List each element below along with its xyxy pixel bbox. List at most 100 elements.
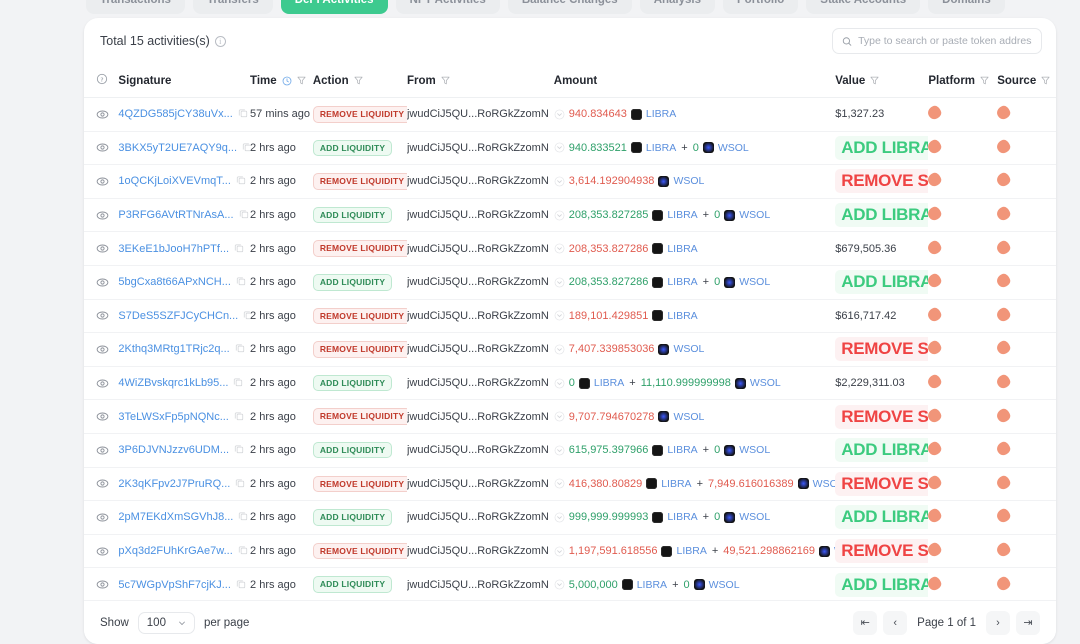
expand-chevron-icon[interactable]	[554, 478, 565, 489]
eye-icon[interactable]	[96, 108, 109, 121]
table-row[interactable]: P3RFG6AVtRTNrAsA... 2 hrs ago ADD LIQUIDIT…	[84, 198, 1056, 233]
copy-icon[interactable]	[234, 444, 244, 454]
platform-icon[interactable]	[928, 306, 944, 323]
table-row[interactable]: 4WiZBvskqrc1kLb95... 2 hrs ago ADD LIQUIDI…	[84, 366, 1056, 401]
platform-cell[interactable]	[928, 231, 998, 266]
token-symbol[interactable]: LIBRA	[667, 209, 697, 221]
table-row[interactable]: 2pM7EKdXmSGVhJ8... 2 hrs ago ADD LIQUIDITY…	[84, 500, 1056, 535]
source-icon[interactable]	[997, 238, 1012, 256]
search-input[interactable]	[858, 35, 1032, 47]
table-row[interactable]: 5bgCxa8t66APxNCH... 2 hrs ago ADD LIQUIDIT…	[84, 265, 1056, 300]
page-tabs[interactable]: Transactions Transfers DeFi Activities NFT …	[86, 0, 1005, 14]
token-symbol[interactable]: LIBRA	[667, 276, 697, 288]
source-icon[interactable]	[997, 507, 1012, 525]
expand-chevron-icon[interactable]	[554, 579, 565, 590]
source-cell[interactable]	[997, 332, 1056, 367]
filter-icon[interactable]	[980, 76, 989, 85]
from-cell[interactable]: jwudCiJ5QU...RoRGkZzomN	[406, 366, 554, 401]
row-visibility-cell[interactable]	[84, 231, 119, 266]
expand-chevron-icon[interactable]	[554, 378, 565, 389]
source-cell[interactable]	[997, 567, 1056, 602]
signature-cell[interactable]: 3BKX5yT2UE7AQY9q...	[118, 131, 251, 166]
signature-cell[interactable]: 2K3qKFpv2J7PruRQ...	[118, 467, 251, 502]
expand-chevron-icon[interactable]	[554, 310, 565, 321]
signature-cell[interactable]: 2pM7EKdXmSGVhJ8...	[118, 500, 251, 535]
token-symbol[interactable]: WSOL	[750, 377, 781, 389]
source-cell[interactable]	[997, 231, 1056, 266]
tab-stake-accounts[interactable]: Stake Accounts	[806, 0, 921, 14]
eye-icon[interactable]	[96, 309, 109, 322]
table-row[interactable]: 5c7WGpVpShF7cjKJ... 2 hrs ago ADD LIQUIDIT…	[84, 567, 1056, 602]
col-platform[interactable]: Platform	[928, 64, 998, 98]
platform-cell[interactable]	[928, 198, 998, 233]
expand-chevron-icon[interactable]	[554, 210, 565, 221]
row-visibility-cell[interactable]	[84, 500, 119, 535]
platform-icon[interactable]	[928, 205, 944, 222]
copy-icon[interactable]	[239, 209, 249, 219]
source-icon[interactable]	[997, 272, 1012, 289]
platform-icon[interactable]	[928, 440, 944, 457]
expand-chevron-icon[interactable]	[554, 546, 565, 557]
signature-cell[interactable]: 3P6DJVNJzzv6UDM...	[118, 433, 251, 468]
row-visibility-cell[interactable]	[84, 366, 119, 401]
platform-icon[interactable]	[928, 406, 944, 424]
eye-icon[interactable]	[96, 545, 109, 558]
token-symbol[interactable]: LIBRA	[667, 511, 697, 523]
table-row[interactable]: 1oQCKjLoiXVEVmqT... 2 hrs ago REMOVE LIQUI…	[84, 164, 1056, 199]
signature-cell[interactable]: 5c7WGpVpShF7cjKJ...	[118, 567, 251, 602]
col-source[interactable]: Source	[997, 64, 1056, 98]
help-circle-icon[interactable]: ?	[96, 73, 108, 85]
source-icon[interactable]	[997, 541, 1012, 558]
expand-chevron-icon[interactable]	[554, 411, 565, 422]
source-cell[interactable]	[997, 131, 1056, 166]
table-row[interactable]: S7DeS5SZFJCyCHCn... 2 hrs ago REMOVE LIQUI…	[84, 299, 1056, 334]
source-icon[interactable]	[997, 373, 1012, 390]
token-symbol[interactable]: LIBRA	[637, 579, 667, 591]
source-icon[interactable]	[997, 171, 1012, 189]
platform-cell[interactable]	[928, 332, 998, 367]
signature-link[interactable]: 3TeLWSxFp5pNQNc...	[118, 411, 228, 423]
next-page-button[interactable]: ›	[986, 610, 1010, 635]
token-symbol[interactable]: LIBRA	[667, 310, 697, 322]
signature-cell[interactable]: 3EKeE1bJooH7hPTf...	[118, 231, 251, 266]
from-cell[interactable]: jwudCiJ5QU...RoRGkZzomN	[406, 467, 554, 502]
row-visibility-cell[interactable]	[84, 131, 119, 166]
from-cell[interactable]: jwudCiJ5QU...RoRGkZzomN	[406, 433, 554, 468]
expand-chevron-icon[interactable]	[554, 512, 565, 523]
source-icon[interactable]	[997, 306, 1012, 323]
token-symbol[interactable]: WSOL	[813, 478, 836, 490]
token-symbol[interactable]: WSOL	[718, 142, 749, 154]
copy-icon[interactable]	[238, 108, 248, 118]
row-visibility-cell[interactable]	[84, 433, 119, 468]
tab-defi-activities[interactable]: DeFi Activities	[280, 0, 388, 14]
row-visibility-cell[interactable]	[84, 164, 119, 199]
platform-icon[interactable]	[928, 339, 944, 357]
expand-chevron-icon[interactable]	[554, 142, 565, 153]
copy-icon[interactable]	[238, 511, 248, 521]
source-icon[interactable]	[997, 205, 1012, 222]
signature-cell[interactable]: pXq3d2FUhKrGAe7w...	[118, 534, 251, 569]
signature-cell[interactable]: 3TeLWSxFp5pNQNc...	[118, 399, 251, 434]
signature-link[interactable]: 3P6DJVNJzzv6UDM...	[118, 444, 229, 456]
search-box[interactable]	[832, 28, 1042, 54]
eye-icon[interactable]	[96, 276, 109, 289]
eye-icon[interactable]	[96, 209, 109, 222]
col-signature[interactable]: Signature	[118, 64, 251, 98]
row-visibility-cell[interactable]	[84, 198, 119, 233]
platform-cell[interactable]	[928, 500, 998, 535]
source-icon[interactable]	[997, 406, 1012, 424]
from-cell[interactable]: jwudCiJ5QU...RoRGkZzomN	[406, 299, 554, 334]
tab-portfolio[interactable]: Portfolio	[723, 0, 799, 14]
eye-icon[interactable]	[96, 410, 109, 423]
clock-icon[interactable]	[282, 76, 292, 86]
tab-nft-activities[interactable]: NFT Activities	[395, 0, 500, 14]
eye-icon[interactable]	[96, 242, 109, 255]
platform-cell[interactable]	[928, 534, 998, 569]
from-cell[interactable]: jwudCiJ5QU...RoRGkZzomN	[406, 97, 554, 132]
copy-icon[interactable]	[238, 545, 248, 555]
expand-chevron-icon[interactable]	[554, 277, 565, 288]
expand-chevron-icon[interactable]	[554, 176, 565, 187]
source-icon[interactable]	[997, 104, 1012, 121]
signature-cell[interactable]: P3RFG6AVtRTNrAsA...	[118, 198, 251, 233]
copy-icon[interactable]	[236, 175, 246, 185]
